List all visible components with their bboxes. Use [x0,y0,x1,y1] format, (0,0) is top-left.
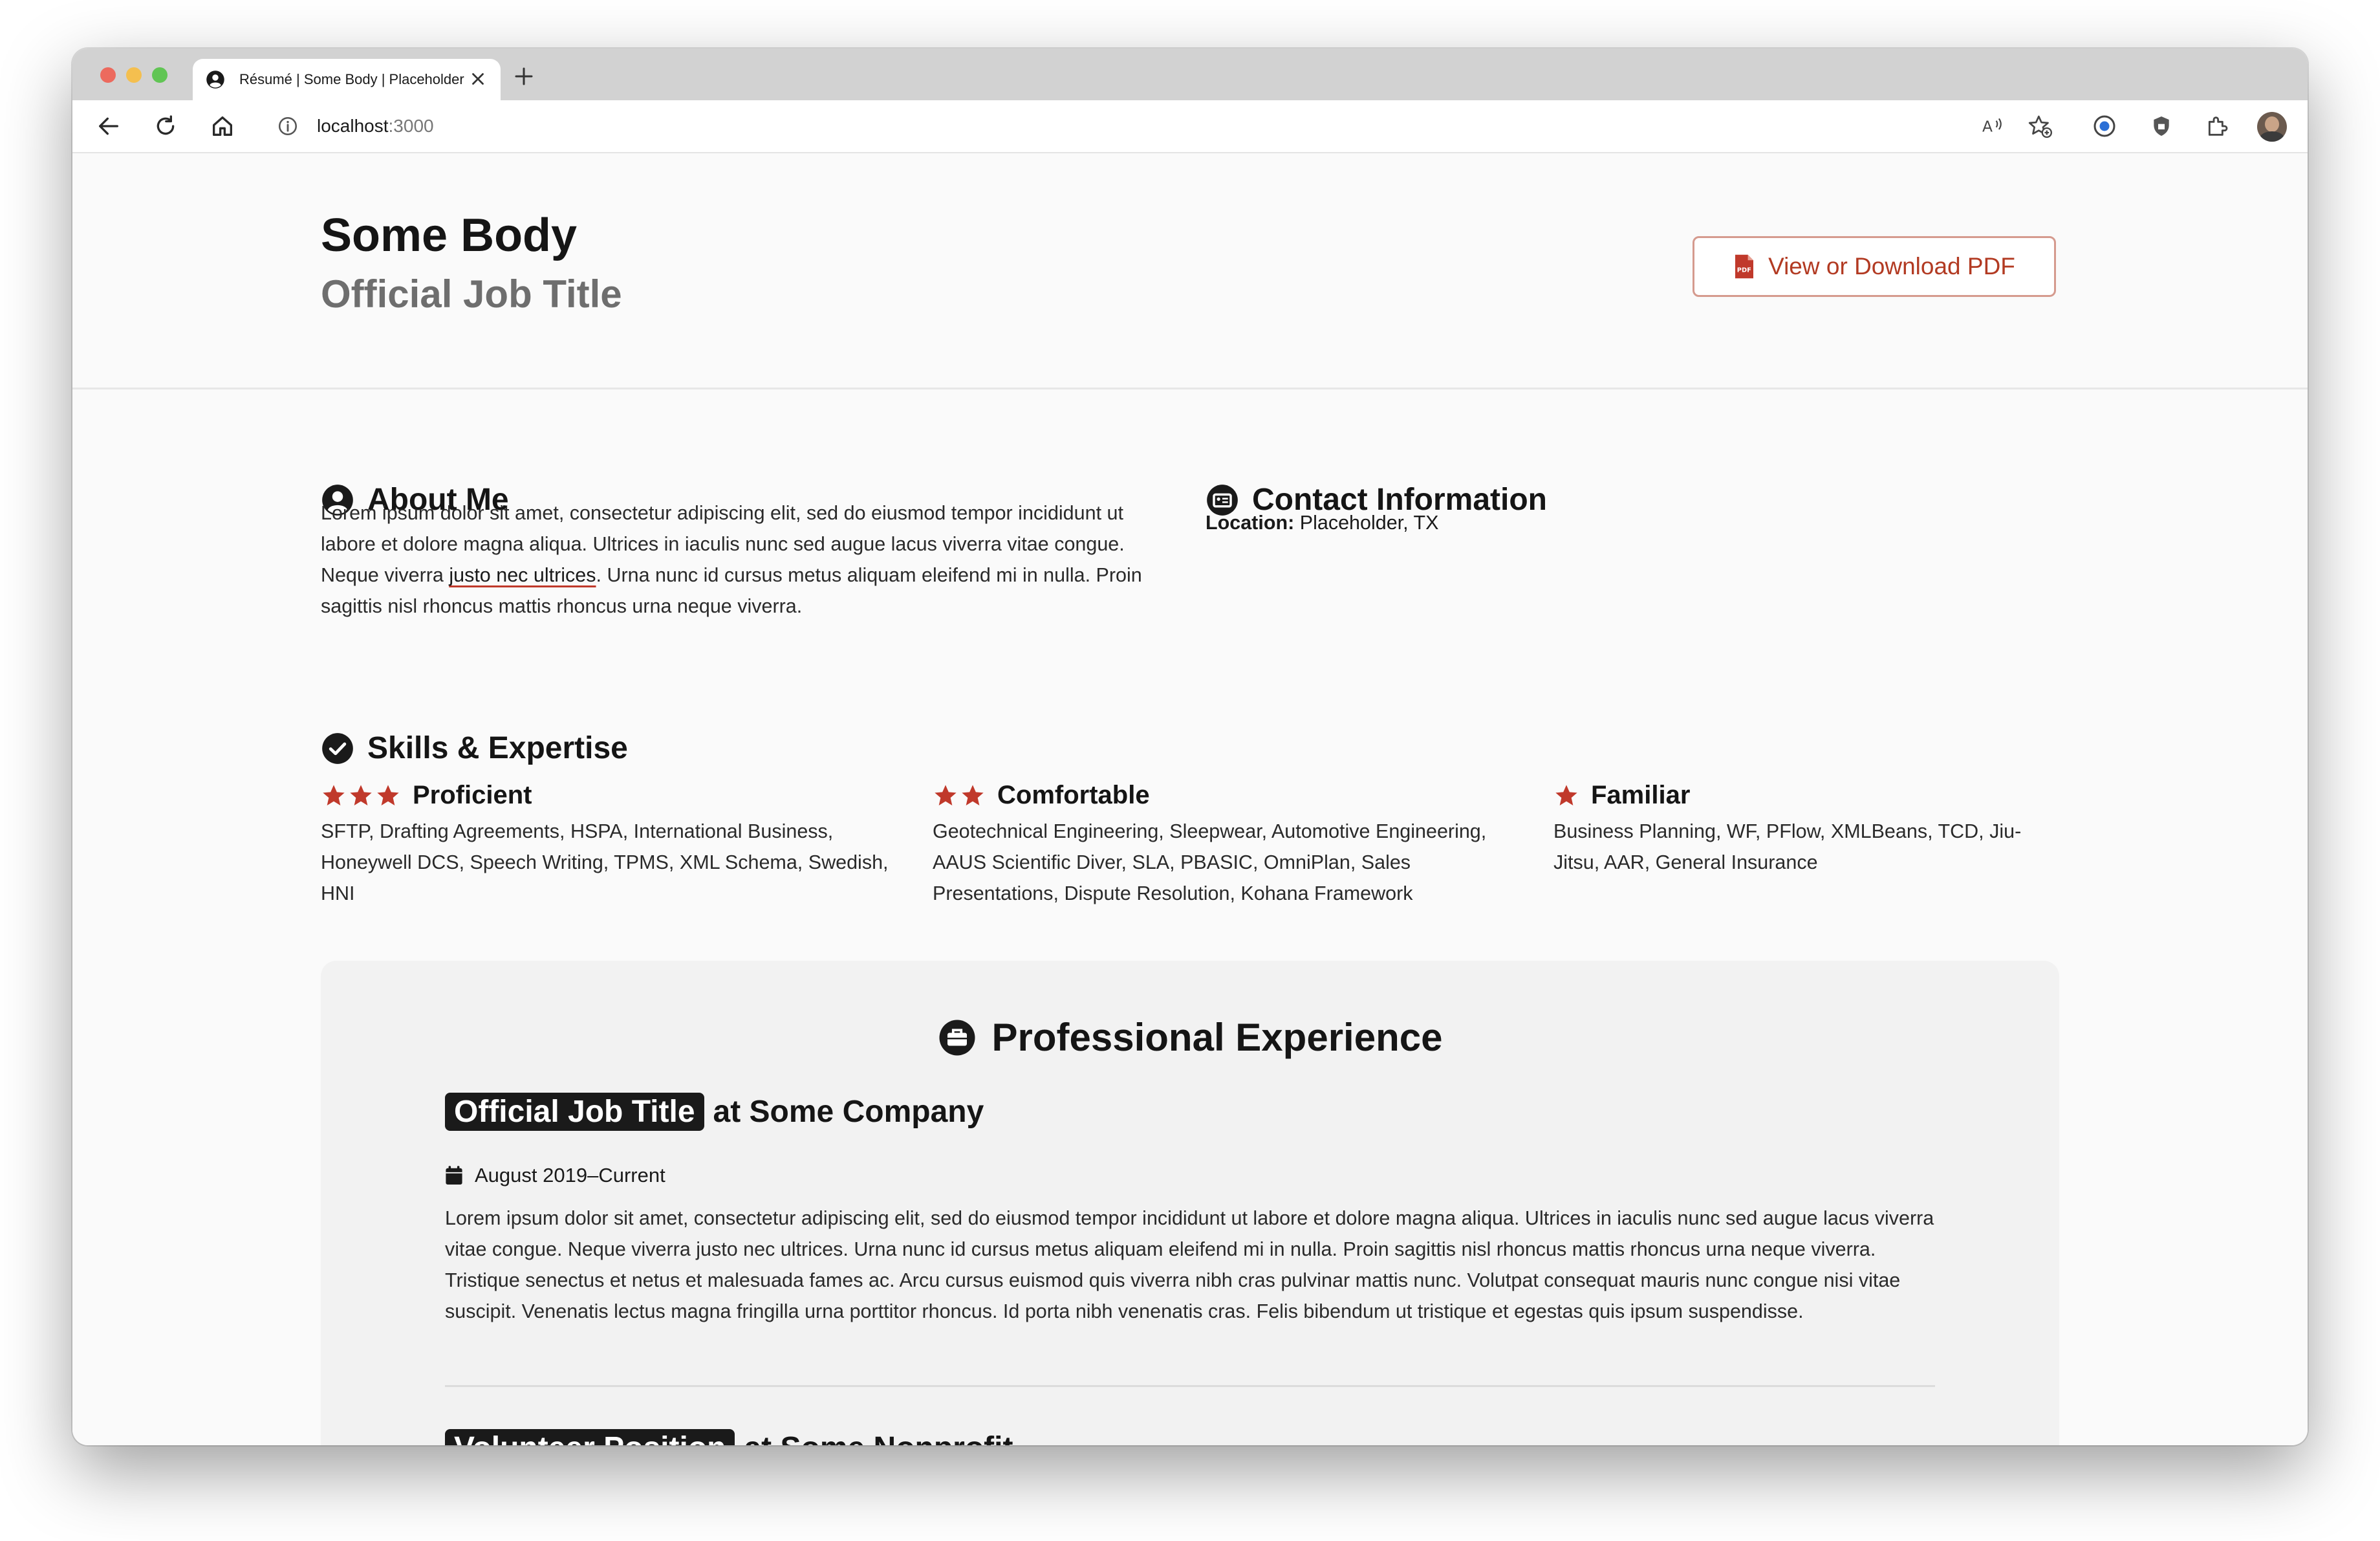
star-icon [377,784,399,805]
skill-list-proficient: SFTP, Drafting Agreements, HSPA, Interna… [321,820,889,904]
person-name: Some Body [321,210,578,261]
add-favorite-icon[interactable] [2027,113,2053,139]
job-company: at Some Nonprofit [744,1430,1013,1445]
star-icon [935,784,957,805]
skill-list-familiar: Business Planning, WF, PFlow, XMLBeans, … [1553,820,2022,873]
star-rating [1553,783,1581,809]
job-title-badge: Volunteer Position [445,1429,735,1445]
experience-heading: Professional Experience [321,1015,2059,1060]
experience-section: Professional Experience Official Job Tit… [321,961,2059,1445]
back-arrow-icon[interactable] [96,113,122,139]
extensions-icon[interactable] [2204,113,2230,139]
tab-title: Résumé | Some Body | Placeholder [239,71,464,87]
skill-level-label: Familiar [1591,781,1691,809]
job-company: at Some Company [713,1095,984,1129]
reload-icon[interactable] [153,113,178,139]
calendar-icon [446,1166,462,1185]
skill-group-comfortable: Comfortable [933,781,1150,810]
new-tab-icon[interactable] [512,65,536,88]
job-heading: Volunteer Position at Some Nonprofit [445,1429,1013,1445]
svg-text:A: A [1982,117,1993,135]
location-label: Location: [1206,512,1295,534]
star-icon [1555,784,1577,805]
skill-level-label: Comfortable [997,781,1150,809]
briefcase-icon [939,1020,975,1055]
info-icon[interactable] [277,115,299,137]
user-circle-icon [206,71,224,89]
read-aloud-icon[interactable]: A [1979,113,2005,139]
skill-list-comfortable: Geotechnical Engineering, Sleepwear, Aut… [933,820,1487,904]
star-icon [962,784,984,805]
star-icon [350,784,372,805]
job-title-badge: Official Job Title [445,1093,704,1131]
star-rating [933,783,987,809]
close-window-button[interactable] [100,67,116,83]
job-description: Lorem ipsum dolor sit amet, consectetur … [445,1207,1934,1322]
check-circle-icon [322,732,353,764]
page-content: Some Body Official Job Title PDF View or… [72,153,2308,1445]
download-pdf-button[interactable]: PDF View or Download PDF [1693,236,2056,297]
star-icon [323,784,345,805]
minimize-window-button[interactable] [126,67,142,83]
skill-group-proficient: Proficient [321,781,532,810]
star-rating [321,783,402,809]
browser-toolbar: localhost:3000 A [72,100,2308,153]
url-text: localhost:3000 [317,116,434,137]
avatar-body [2260,131,2284,142]
pdf-file-icon: PDF [1735,254,1754,279]
url-port: :3000 [388,116,434,136]
zoom-window-button[interactable] [152,67,168,83]
job-dates-text: August 2019–Current [475,1164,665,1186]
job-heading: Official Job Title at Some Company [445,1093,984,1131]
job-dates: August 2019–Current [445,1164,665,1187]
contact-location: Location: Placeholder, TX [1206,512,1439,534]
skill-level-label: Proficient [413,781,532,809]
url-host: localhost [317,116,389,136]
browser-window: Résumé | Some Body | Placeholder localho… [72,49,2308,1445]
browser-tab[interactable]: Résumé | Some Body | Placeholder [193,59,501,100]
skill-group-familiar: Familiar [1553,781,1690,810]
svg-text:PDF: PDF [1737,267,1751,274]
download-pdf-label: View or Download PDF [1768,253,2015,279]
shield-icon[interactable] [2148,113,2174,139]
about-link[interactable]: justo nec ultrices [449,564,596,586]
about-text: Lorem ipsum dolor sit amet, consectetur … [321,497,1181,622]
title-bar: Résumé | Some Body | Placeholder [72,49,2308,100]
location-value: Placeholder, TX [1299,512,1439,534]
avatar-face [2265,116,2279,132]
skills-heading: Skills & Expertise [321,730,628,766]
home-icon[interactable] [210,113,235,139]
experience-heading-label: Professional Experience [991,1016,1443,1059]
profile-avatar[interactable] [2257,112,2287,142]
skills-heading-label: Skills & Expertise [367,731,628,765]
close-tab-icon[interactable] [468,69,488,89]
job-divider [445,1385,1935,1387]
password-manager-icon[interactable] [2092,113,2117,139]
job-title: Official Job Title [321,272,622,316]
address-bar[interactable]: localhost:3000 [263,106,1957,146]
page-header: Some Body Official Job Title PDF View or… [72,153,2308,389]
